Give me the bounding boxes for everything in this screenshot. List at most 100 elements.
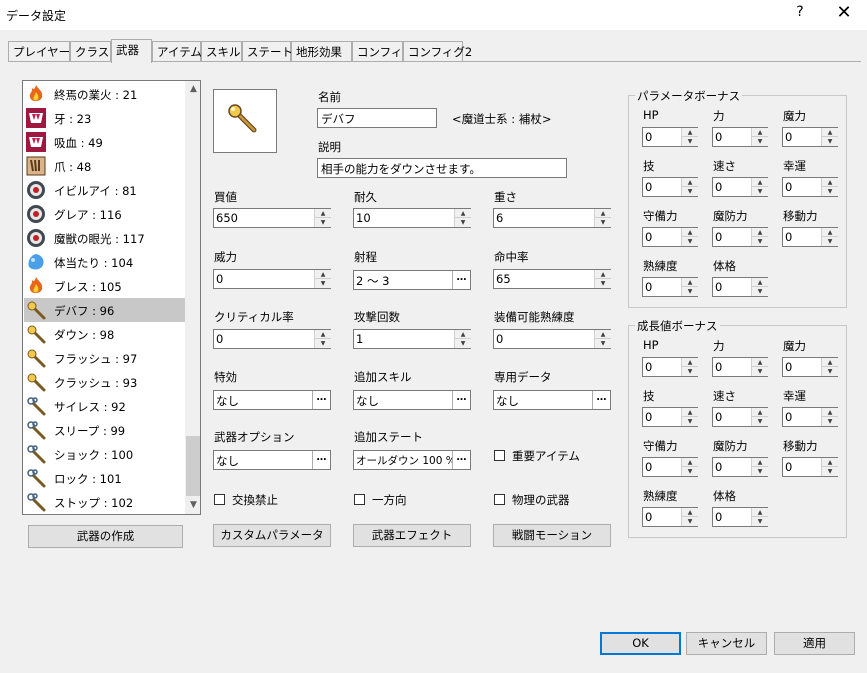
- scroll-down-icon[interactable]: ▼: [185, 497, 200, 514]
- list-scrollbar[interactable]: ▲ ▼: [185, 81, 200, 514]
- param_bonus-label-9: 熟練度: [643, 259, 678, 273]
- growth_bonus-spinner-5[interactable]: 0 ▲ ▼: [782, 407, 838, 427]
- staff-icon: [228, 104, 257, 133]
- scroll-thumb[interactable]: [186, 436, 200, 496]
- range-browse-button[interactable]: …: [452, 271, 470, 289]
- param_bonus-label-8: 移動力: [783, 209, 818, 223]
- no-trade-checkbox[interactable]: 交換禁止: [214, 492, 314, 508]
- growth_bonus-spinner-6[interactable]: 0 ▲ ▼: [642, 457, 698, 477]
- add-state-picker[interactable]: オールダウン 100 % …: [353, 450, 471, 470]
- power-spinner[interactable]: 0 ▲ ▼: [213, 269, 331, 289]
- add-skill-browse-button[interactable]: …: [452, 391, 470, 409]
- growth_bonus-spinner-0[interactable]: 0 ▲ ▼: [642, 357, 698, 377]
- list-item[interactable]: ダウン : 98: [24, 322, 185, 346]
- custom-data-browse-button[interactable]: …: [592, 391, 610, 409]
- weapon-option-browse-button[interactable]: …: [312, 451, 330, 469]
- list-item[interactable]: イビルアイ : 81: [24, 178, 185, 202]
- fire-icon: [25, 83, 47, 105]
- tab-4[interactable]: スキル: [201, 41, 242, 61]
- param_bonus-spinner-5[interactable]: 0 ▲ ▼: [782, 177, 838, 197]
- custom-params-button[interactable]: カスタムパラメータ: [213, 524, 331, 547]
- list-item[interactable]: ブレス : 105: [24, 274, 185, 298]
- list-item[interactable]: 爪 : 48: [24, 154, 185, 178]
- list-item[interactable]: ロック : 101: [24, 466, 185, 490]
- effective-picker[interactable]: なし …: [213, 390, 331, 410]
- param_bonus-spinner-2[interactable]: 0 ▲ ▼: [782, 127, 838, 147]
- weight-spinner[interactable]: 6 ▲ ▼: [493, 208, 611, 228]
- growth_bonus-spinner-2[interactable]: 0 ▲ ▼: [782, 357, 838, 377]
- list-item[interactable]: 魔獣の眼光 : 117: [24, 226, 185, 250]
- scroll-up-icon[interactable]: ▲: [185, 81, 200, 98]
- ok-button[interactable]: OK: [600, 632, 681, 655]
- param_bonus-spinner-6[interactable]: 0 ▲ ▼: [642, 227, 698, 247]
- list-item[interactable]: 終焉の業火 : 21: [24, 82, 185, 106]
- list-item[interactable]: ストップ : 102: [24, 490, 185, 514]
- tab-5[interactable]: ステート: [242, 41, 293, 61]
- param_bonus-spinner-7[interactable]: 0 ▲ ▼: [712, 227, 768, 247]
- claw-icon: [25, 155, 47, 177]
- list-item[interactable]: クラッシュ : 93: [24, 370, 185, 394]
- list-item-label: ブレス : 105: [54, 280, 122, 294]
- list-item[interactable]: グレア : 116: [24, 202, 185, 226]
- description-input[interactable]: 相手の能力をダウンさせます。: [317, 158, 567, 178]
- tab-8[interactable]: コンフィグ2: [403, 41, 472, 61]
- growth_bonus-spinner-8[interactable]: 0 ▲ ▼: [782, 457, 838, 477]
- list-item[interactable]: 体当たり : 104: [24, 250, 185, 274]
- list-item[interactable]: 牙 : 23: [24, 106, 185, 130]
- effective-browse-button[interactable]: …: [312, 391, 330, 409]
- weapon-option-picker[interactable]: なし …: [213, 450, 331, 470]
- important-item-checkbox[interactable]: 重要アイテム: [494, 448, 614, 464]
- growth_bonus-spinner-10[interactable]: 0 ▲ ▼: [712, 507, 768, 527]
- growth_bonus-spinner-7[interactable]: 0 ▲ ▼: [712, 457, 768, 477]
- growth_bonus-spinner-4[interactable]: 0 ▲ ▼: [712, 407, 768, 427]
- tab-0[interactable]: プレイヤー: [8, 41, 70, 61]
- attacks-spinner[interactable]: 1 ▲ ▼: [353, 329, 471, 349]
- battle-motion-button[interactable]: 戦闘モーション: [493, 524, 611, 547]
- weapon-icon-preview[interactable]: [213, 89, 277, 153]
- cancel-button[interactable]: キャンセル: [686, 632, 767, 655]
- list-item[interactable]: スリープ : 99: [24, 418, 185, 442]
- staff-icon: [25, 371, 47, 393]
- param_bonus-spinner-0[interactable]: 0 ▲ ▼: [642, 127, 698, 147]
- growth_bonus-spinner-9[interactable]: 0 ▲ ▼: [642, 507, 698, 527]
- create-weapon-button[interactable]: 武器の作成: [28, 525, 183, 548]
- list-item[interactable]: 吸血 : 49: [24, 130, 185, 154]
- help-button[interactable]: ?: [790, 4, 810, 24]
- tab-6[interactable]: 地形効果: [291, 41, 352, 61]
- name-input[interactable]: デバフ: [317, 108, 437, 128]
- add-skill-picker[interactable]: なし …: [353, 390, 471, 410]
- weapon-list[interactable]: 終焉の業火 : 21 牙 : 23 吸血 : 49 爪 : 48 イビルアイ : 81 グ…: [22, 80, 201, 515]
- param_bonus-spinner-10[interactable]: 0 ▲ ▼: [712, 277, 768, 297]
- growth_bonus-spinner-1[interactable]: 0 ▲ ▼: [712, 357, 768, 377]
- param_bonus-spinner-3[interactable]: 0 ▲ ▼: [642, 177, 698, 197]
- list-item[interactable]: フラッシュ : 97: [24, 346, 185, 370]
- param_bonus-spinner-1[interactable]: 0 ▲ ▼: [712, 127, 768, 147]
- list-item[interactable]: ショック : 100: [24, 442, 185, 466]
- growth_bonus-label-8: 移動力: [783, 439, 818, 453]
- tab-3[interactable]: アイテム: [152, 41, 202, 61]
- list-item-label: スリープ : 99: [54, 424, 126, 438]
- one-way-checkbox[interactable]: 一方向: [354, 492, 454, 508]
- list-item[interactable]: デバフ : 96: [24, 298, 185, 322]
- growth_bonus-label-9: 熟練度: [643, 489, 678, 503]
- physical-weapon-checkbox[interactable]: 物理の武器: [494, 492, 594, 508]
- price-spinner[interactable]: 650 ▲ ▼: [213, 208, 331, 228]
- param_bonus-spinner-8[interactable]: 0 ▲ ▼: [782, 227, 838, 247]
- custom-data-picker[interactable]: なし …: [493, 390, 611, 410]
- weapon-effect-button[interactable]: 武器エフェクト: [353, 524, 471, 547]
- param_bonus-spinner-4[interactable]: 0 ▲ ▼: [712, 177, 768, 197]
- close-button[interactable]: ✕: [832, 2, 856, 26]
- proficiency-spinner[interactable]: 0 ▲ ▼: [493, 329, 611, 349]
- range-picker[interactable]: 2 ～ 3 …: [353, 270, 471, 290]
- tab-1[interactable]: クラス: [70, 41, 111, 61]
- apply-button[interactable]: 適用: [774, 632, 855, 655]
- tab-2[interactable]: 武器: [111, 39, 152, 63]
- add-state-browse-button[interactable]: …: [452, 451, 470, 469]
- list-item[interactable]: サイレス : 92: [24, 394, 185, 418]
- critical-spinner[interactable]: 0 ▲ ▼: [213, 329, 331, 349]
- durability-spinner[interactable]: 10 ▲ ▼: [353, 208, 471, 228]
- tab-7[interactable]: コンフィグ: [352, 41, 414, 61]
- param_bonus-spinner-9[interactable]: 0 ▲ ▼: [642, 277, 698, 297]
- hit-spinner[interactable]: 65 ▲ ▼: [493, 269, 611, 289]
- growth_bonus-spinner-3[interactable]: 0 ▲ ▼: [642, 407, 698, 427]
